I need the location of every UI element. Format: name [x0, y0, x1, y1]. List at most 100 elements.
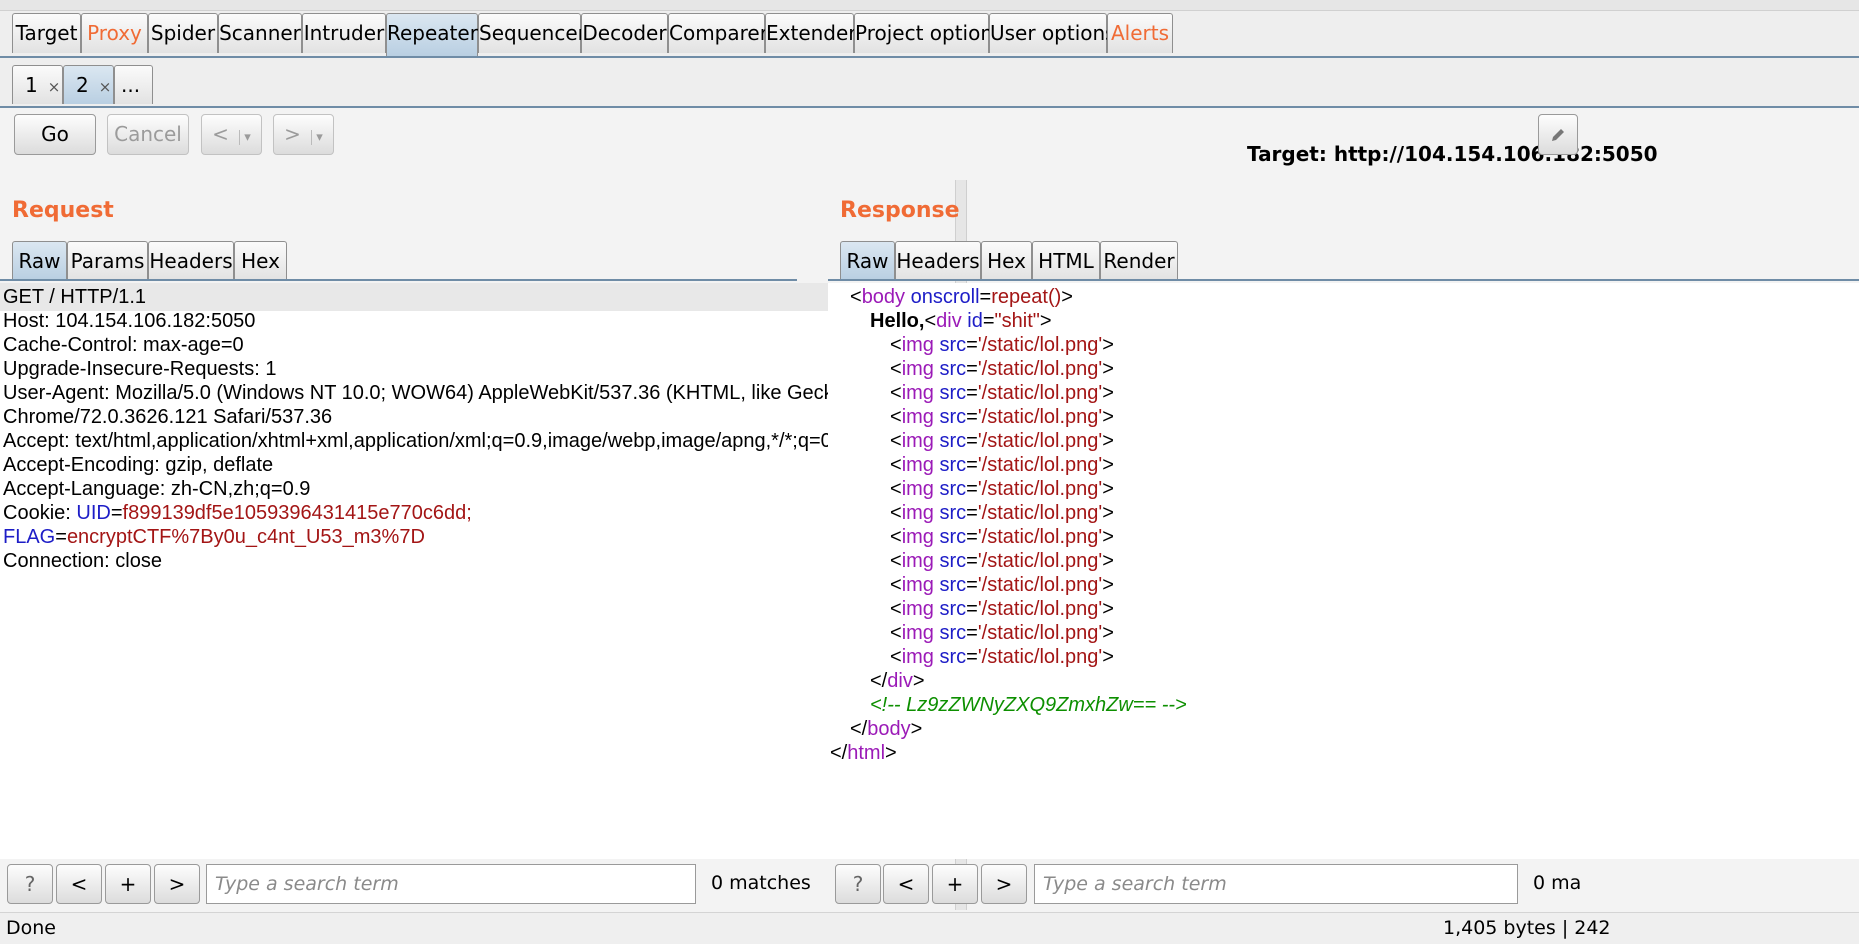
tab-repeater[interactable]: Repeater: [386, 13, 478, 56]
img-val: '/static/lol.png': [977, 334, 1103, 356]
response-tab-raw[interactable]: Raw: [840, 241, 895, 280]
chevron-down-icon: ▾: [311, 130, 323, 145]
img-lt: <: [890, 574, 902, 596]
pencil-icon: [1552, 129, 1564, 141]
request-search-input[interactable]: Type a search term: [206, 864, 696, 904]
chevron-down-icon: ▾: [239, 130, 251, 145]
search-add-button[interactable]: +: [105, 864, 151, 904]
repeater-tab-2[interactable]: 2 ×: [63, 65, 114, 104]
tab-alerts[interactable]: Alerts: [1107, 13, 1173, 53]
close-icon[interactable]: ×: [48, 78, 61, 96]
gt: >: [912, 670, 925, 692]
lt: </: [850, 718, 868, 740]
response-tab-underline: [828, 279, 1859, 281]
img-gt: >: [1102, 406, 1114, 428]
tab-sequencer[interactable]: Sequencer: [478, 13, 586, 53]
repeater-tab-label: 1: [25, 73, 38, 97]
img-eq: =: [966, 526, 978, 548]
response-search-input[interactable]: Type a search term: [1034, 864, 1518, 904]
response-tab-hex[interactable]: Hex: [981, 241, 1032, 280]
edit-target-button[interactable]: [1538, 114, 1578, 155]
img-gt: >: [1102, 598, 1114, 620]
response-tab-headers[interactable]: Headers: [895, 241, 981, 280]
search-add-button[interactable]: +: [932, 864, 978, 904]
img-val: '/static/lol.png': [977, 622, 1103, 644]
help-button[interactable]: ?: [835, 864, 881, 904]
img-lt: <: [890, 646, 902, 668]
img-tag: img: [901, 598, 934, 620]
tab-target[interactable]: Target: [12, 13, 81, 53]
cookie-uid-value: f899139df5e1059396431415e770c6dd;: [122, 502, 472, 524]
repeater-tab-1[interactable]: 1 ×: [12, 65, 63, 104]
search-next-button[interactable]: >: [154, 864, 200, 904]
img-val: '/static/lol.png': [977, 598, 1103, 620]
img-gt: >: [1102, 358, 1114, 380]
img-attr: src: [933, 334, 967, 356]
request-tab-params[interactable]: Params: [67, 241, 148, 280]
tag: body: [867, 718, 911, 740]
val: "shit": [994, 310, 1040, 332]
img-gt: >: [1102, 382, 1114, 404]
img-attr: src: [933, 430, 967, 452]
img-gt: >: [1102, 502, 1114, 524]
request-editor[interactable]: GET / HTTP/1.1 Host: 104.154.106.182:505…: [0, 283, 920, 859]
tab-decoder[interactable]: Decoder: [581, 13, 668, 53]
hello-text: Hello,: [870, 310, 925, 332]
img-gt: >: [1102, 646, 1114, 668]
request-tab-raw[interactable]: Raw: [12, 241, 67, 280]
close-icon[interactable]: ×: [99, 78, 112, 96]
search-prev-button[interactable]: <: [56, 864, 102, 904]
go-button[interactable]: Go: [14, 114, 96, 155]
img-lt: <: [890, 622, 902, 644]
img-eq: =: [966, 454, 978, 476]
tab-user-options[interactable]: User options: [989, 13, 1116, 53]
cancel-button[interactable]: Cancel: [107, 114, 189, 155]
img-attr: src: [933, 454, 967, 476]
lt: </: [830, 742, 848, 764]
img-lt: <: [890, 526, 902, 548]
img-val: '/static/lol.png': [977, 502, 1103, 524]
request-tab-hex[interactable]: Hex: [234, 241, 287, 280]
request-match-count: 0 matches: [711, 872, 811, 894]
img-tag: img: [901, 430, 934, 452]
response-tab-html[interactable]: HTML: [1032, 241, 1100, 280]
back-button[interactable]: < ▾: [201, 114, 262, 155]
val: repeat(): [991, 286, 1062, 308]
img-eq: =: [966, 574, 978, 596]
img-tag: img: [901, 454, 934, 476]
img-eq: =: [966, 478, 978, 500]
img-tag: img: [901, 622, 934, 644]
img-lt: <: [890, 454, 902, 476]
lt: </: [870, 670, 888, 692]
attr: onscroll: [905, 286, 980, 308]
request-line: Connection: close: [3, 550, 162, 572]
tab-intruder[interactable]: Intruder: [302, 13, 386, 53]
img-attr: src: [933, 502, 967, 524]
tab-extender[interactable]: Extender: [765, 13, 857, 53]
tab-project-options[interactable]: Project options: [854, 13, 1003, 53]
tab-proxy[interactable]: Proxy: [81, 13, 148, 53]
img-eq: =: [966, 382, 978, 404]
img-gt: >: [1102, 334, 1114, 356]
img-eq: =: [966, 334, 978, 356]
help-button[interactable]: ?: [7, 864, 53, 904]
img-attr: src: [933, 358, 967, 380]
tab-scanner[interactable]: Scanner: [218, 13, 302, 53]
img-gt: >: [1102, 550, 1114, 572]
eq: =: [982, 310, 995, 332]
new-repeater-tab[interactable]: ...: [114, 65, 153, 104]
repeater-tab-bar: 1 × 2 × ...: [0, 58, 1859, 108]
tab-spider[interactable]: Spider: [148, 13, 218, 53]
img-tag: img: [901, 526, 934, 548]
search-next-button[interactable]: >: [981, 864, 1027, 904]
forward-button[interactable]: > ▾: [273, 114, 334, 155]
response-tab-render[interactable]: Render: [1100, 241, 1178, 280]
tab-comparer[interactable]: Comparer: [668, 13, 768, 53]
request-tab-headers[interactable]: Headers: [148, 241, 234, 280]
img-attr: src: [933, 550, 967, 572]
img-tag: img: [901, 574, 934, 596]
search-prev-button[interactable]: <: [883, 864, 929, 904]
img-attr: src: [933, 526, 967, 548]
response-editor[interactable]: <body onscroll=repeat()> Hello,<div id="…: [828, 283, 1859, 859]
img-tag: img: [901, 358, 934, 380]
